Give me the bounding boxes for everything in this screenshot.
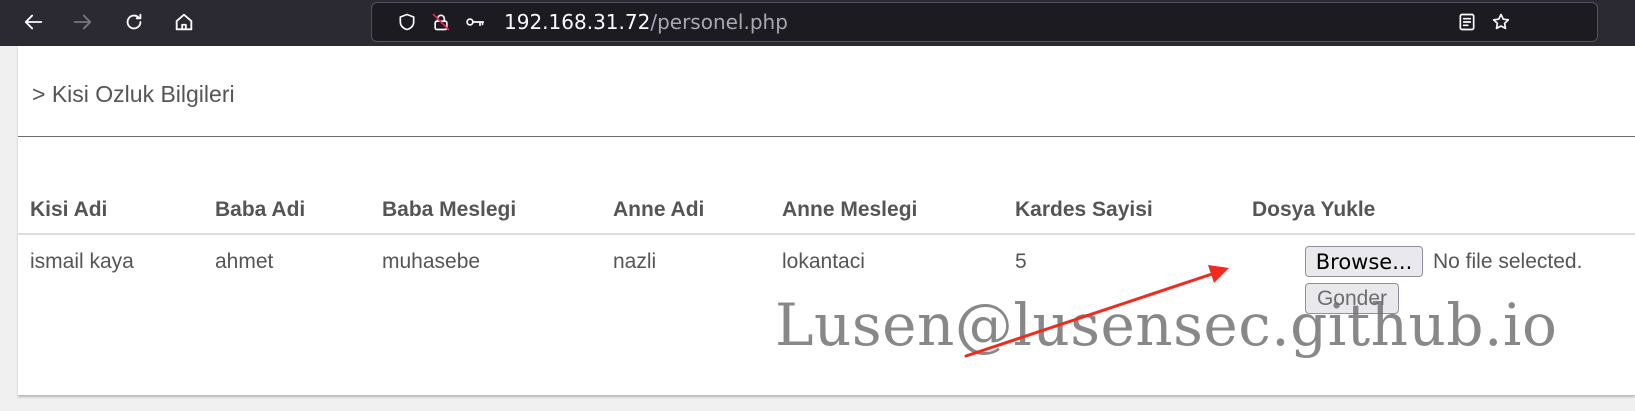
header-baba-adi: Baba Adi <box>215 198 306 221</box>
cell-baba-meslegi: muhasebe <box>382 250 481 273</box>
cell-baba-adi: ahmet <box>215 250 274 273</box>
cell-anne-adi: nazli <box>613 250 657 273</box>
header-kisi-adi: Kisi Adi <box>30 198 108 221</box>
home-icon[interactable] <box>166 6 202 38</box>
header-anne-adi: Anne Adi <box>613 198 705 221</box>
header-dosya-yukle: Dosya Yukle <box>1252 198 1376 221</box>
browser-toolbar: 192.168.31.72/personel.php <box>0 0 1635 46</box>
key-icon[interactable] <box>464 11 486 33</box>
url-bar[interactable]: 192.168.31.72/personel.php <box>371 2 1598 42</box>
forward-icon[interactable] <box>64 6 100 38</box>
browse-button[interactable]: Browse... <box>1305 246 1423 277</box>
section-title: > Kisi Ozluk Bilgileri <box>32 81 235 107</box>
table-row-divider <box>18 233 1635 235</box>
header-kardes-sayisi: Kardes Sayisi <box>1015 198 1153 221</box>
reader-view-icon[interactable] <box>1456 11 1478 33</box>
bookmark-star-icon[interactable] <box>1490 11 1512 33</box>
header-anne-meslegi: Anne Meslegi <box>782 198 918 221</box>
shield-icon[interactable] <box>396 11 418 33</box>
url-path: /personel.php <box>650 10 788 34</box>
cell-kardes-sayisi: 5 <box>1015 250 1027 273</box>
cell-kisi-adi: ismail kaya <box>30 250 134 273</box>
url-text[interactable]: 192.168.31.72/personel.php <box>504 11 788 33</box>
no-file-selected-text: No file selected. <box>1433 250 1583 273</box>
reload-icon[interactable] <box>116 6 152 38</box>
back-icon[interactable] <box>16 6 52 38</box>
watermark: Lusen@lusensec.github.io <box>775 291 1558 359</box>
insecure-lock-icon[interactable] <box>430 11 452 33</box>
url-host: 192.168.31.72 <box>504 10 651 34</box>
divider <box>18 136 1635 137</box>
header-baba-meslegi: Baba Meslegi <box>382 198 517 221</box>
cell-anne-meslegi: lokantaci <box>782 250 865 273</box>
